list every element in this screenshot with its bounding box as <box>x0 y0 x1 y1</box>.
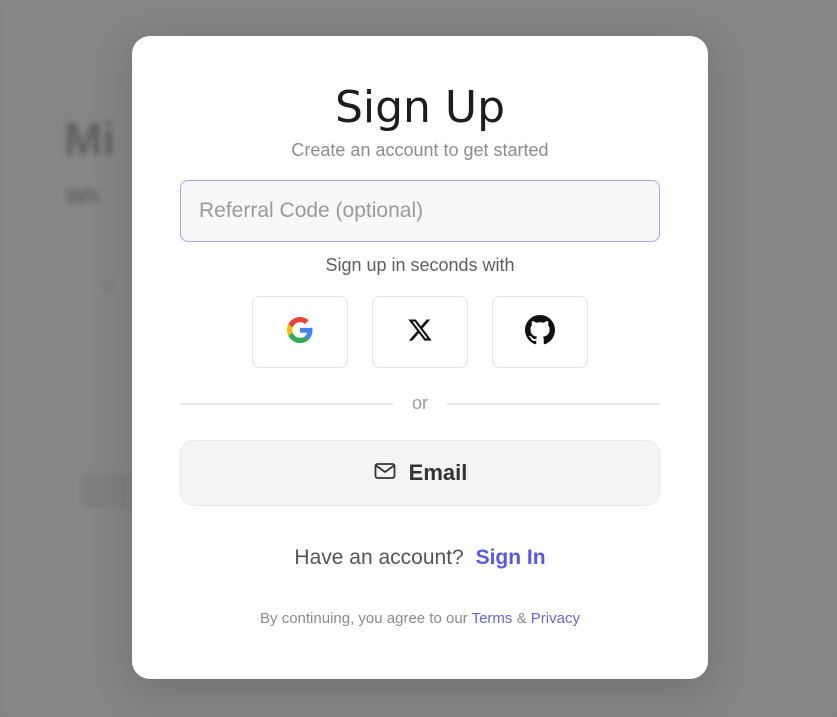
modal-title: Sign Up <box>334 82 506 133</box>
google-icon <box>287 316 313 348</box>
social-sign-up-label: Sign up in seconds with <box>325 255 515 275</box>
legal-prefix: By continuing, you agree to our <box>260 610 468 627</box>
email-sign-up-button[interactable]: Email <box>180 440 660 506</box>
divider-line-right <box>447 403 660 405</box>
sign-in-link[interactable]: Sign In <box>476 546 546 569</box>
legal-notice: By continuing, you agree to our Terms & … <box>132 610 708 627</box>
terms-link[interactable]: Terms <box>472 610 513 627</box>
sign-up-modal: Sign Up Create an account to get started… <box>132 36 708 679</box>
modal-subtitle: Create an account to get started <box>291 140 549 160</box>
github-icon <box>525 314 555 350</box>
x-sign-up-button[interactable] <box>372 296 468 368</box>
privacy-link[interactable]: Privacy <box>531 610 580 627</box>
sign-in-prompt: Have an account? Sign In <box>132 546 708 570</box>
legal-connector: & <box>516 610 527 627</box>
email-button-label: Email <box>408 460 468 485</box>
github-sign-up-button[interactable] <box>492 296 588 368</box>
x-icon <box>407 317 433 348</box>
mail-icon <box>373 459 397 488</box>
account-prompt-text: Have an account? <box>294 546 464 569</box>
referral-code-input[interactable] <box>180 180 660 242</box>
google-sign-up-button[interactable] <box>252 296 348 368</box>
